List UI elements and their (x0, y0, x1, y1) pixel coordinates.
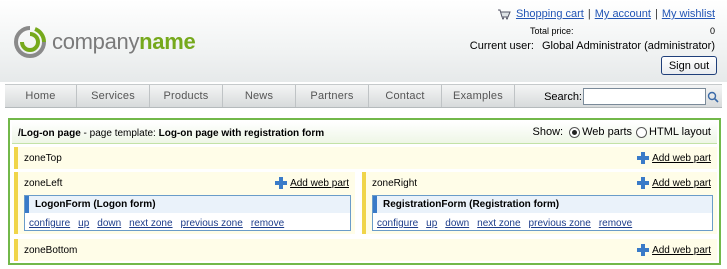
previous-zone-link[interactable]: previous zone (529, 218, 591, 229)
add-icon (275, 177, 288, 189)
zone-left: zoneLeft Add web part LogonForm (Logon f… (14, 172, 355, 234)
current-user-label: Current user: (469, 40, 534, 52)
search-area: Search: (544, 88, 719, 105)
html-layout-option-label[interactable]: HTML layout (649, 126, 711, 138)
zone-label: zoneTop (24, 153, 62, 164)
menu-item-contact[interactable]: Contact (369, 85, 442, 107)
link-separator: | (654, 8, 658, 20)
search-label: Search: (544, 90, 582, 103)
my-account-link[interactable]: My account (595, 8, 651, 20)
menu-item-news[interactable]: News (223, 85, 296, 107)
search-input[interactable] (583, 88, 706, 105)
web-part-page: /Log-on page - page template: Log-on pag… (8, 118, 721, 265)
add-web-part-link[interactable]: Add web part (652, 245, 711, 256)
top-links: Shopping cart | My account | My wishlist (497, 8, 715, 20)
page-title: /Log-on page - page template: Log-on pag… (18, 128, 325, 139)
total-price: Total price: 0 (530, 26, 715, 36)
menu-item-home[interactable]: Home (5, 85, 77, 107)
logo-icon (14, 26, 46, 58)
next-zone-link[interactable]: next zone (477, 218, 520, 229)
show-toggle: Show: Web parts HTML layout (533, 126, 711, 138)
sign-out-button[interactable]: Sign out (661, 56, 717, 75)
next-zone-link[interactable]: next zone (129, 218, 172, 229)
link-separator: | (587, 8, 591, 20)
my-wishlist-link[interactable]: My wishlist (662, 8, 715, 20)
zone-label: zoneRight (372, 178, 418, 189)
main-menu: Home Services Products News Partners Con… (5, 84, 722, 108)
company-logo[interactable]: companyname (13, 22, 196, 62)
web-parts-radio[interactable] (569, 126, 581, 138)
remove-link[interactable]: remove (599, 218, 632, 229)
shopping-cart-icon (497, 9, 511, 20)
logo-text: companyname (52, 29, 196, 54)
zone-bottom: zoneBottom Add web part (14, 239, 717, 261)
page-title-bar: /Log-on page - page template: Log-on pag… (12, 122, 717, 144)
current-user-value: Global Administrator (administrator) (541, 40, 715, 52)
web-parts-option-label[interactable]: Web parts (582, 126, 632, 138)
add-icon (637, 177, 650, 189)
remove-link[interactable]: remove (251, 218, 284, 229)
add-web-part-button[interactable]: Add web part (275, 177, 349, 189)
add-icon (637, 152, 650, 164)
web-part-actions: configure up down next zone previous zon… (29, 218, 292, 229)
web-part-registration-form: RegistrationForm (Registration form) con… (372, 195, 713, 231)
web-part-title[interactable]: RegistrationForm (Registration form) (373, 196, 712, 213)
configure-link[interactable]: configure (377, 218, 418, 229)
total-price-value: 0 (709, 26, 715, 36)
down-link[interactable]: down (97, 218, 121, 229)
add-web-part-button[interactable]: Add web part (637, 244, 711, 256)
current-user: Current user: Global Administrator (admin… (470, 40, 715, 52)
configure-link[interactable]: configure (29, 218, 70, 229)
shopping-cart-link[interactable]: Shopping cart (516, 8, 584, 20)
site-header: companyname Shopping cart | My account |… (0, 0, 727, 82)
add-web-part-button[interactable]: Add web part (637, 177, 711, 189)
add-web-part-link[interactable]: Add web part (652, 153, 711, 164)
web-part-logon-form: LogonForm (Logon form) configure up down… (24, 195, 351, 231)
zone-right: zoneRight Add web part RegistrationForm … (362, 172, 717, 234)
web-part-actions: configure up down next zone previous zon… (377, 218, 640, 229)
zone-label: zoneLeft (24, 178, 63, 189)
menu-item-examples[interactable]: Examples (442, 85, 515, 107)
up-link[interactable]: up (78, 218, 89, 229)
zone-top: zoneTop Add web part (14, 147, 717, 169)
menu-item-services[interactable]: Services (77, 85, 150, 107)
down-link[interactable]: down (445, 218, 469, 229)
add-icon (637, 244, 650, 256)
previous-zone-link[interactable]: previous zone (181, 218, 243, 229)
menu-item-partners[interactable]: Partners (296, 85, 369, 107)
web-part-title[interactable]: LogonForm (Logon form) (25, 196, 350, 213)
up-link[interactable]: up (426, 218, 437, 229)
search-icon[interactable] (707, 91, 719, 103)
show-label: Show: (532, 126, 564, 138)
add-web-part-button[interactable]: Add web part (637, 152, 711, 164)
total-price-label: Total price: (530, 26, 574, 36)
menu-item-products[interactable]: Products (150, 85, 223, 107)
zone-label: zoneBottom (24, 245, 78, 256)
html-layout-radio[interactable] (636, 126, 648, 138)
add-web-part-link[interactable]: Add web part (290, 178, 349, 189)
add-web-part-link[interactable]: Add web part (652, 178, 711, 189)
